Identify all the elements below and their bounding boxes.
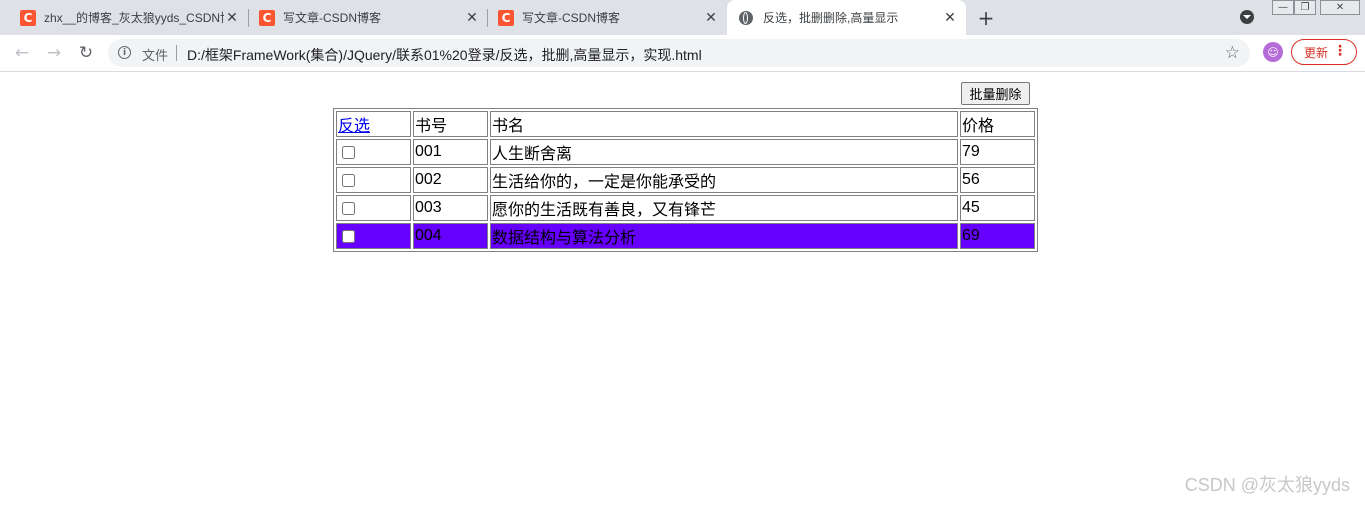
row-checkbox[interactable] bbox=[342, 145, 355, 159]
book-price-cell: 56 bbox=[960, 167, 1035, 193]
chip-divider bbox=[176, 45, 177, 61]
book-name-cell: 生活给你的，一定是你能承受的 bbox=[490, 167, 958, 193]
header-cell: 价格 bbox=[960, 111, 1035, 137]
globe-icon bbox=[739, 10, 753, 25]
browser-tab[interactable]: C 写文章-CSDN博客 ✕ bbox=[239, 0, 488, 35]
close-window-button[interactable]: ✕ bbox=[1320, 0, 1360, 15]
update-button[interactable]: 更新 ⋮ bbox=[1291, 39, 1357, 65]
forward-button[interactable]: → bbox=[42, 41, 66, 65]
table-row-highlighted[interactable]: 004 数据结构与算法分析 69 bbox=[336, 223, 1035, 249]
books-table: 反选 书号 书名 价格 001 人生断舍离 79 002 生活给你的，一定是你能… bbox=[333, 108, 1038, 252]
book-id-cell: 001 bbox=[413, 139, 488, 165]
book-price-cell: 45 bbox=[960, 195, 1035, 221]
info-icon[interactable]: i bbox=[118, 46, 131, 59]
header-cell: 书号 bbox=[413, 111, 488, 137]
tab-title: zhx__的博客_灰太狼yyds_CSDN博客 bbox=[44, 11, 224, 25]
reload-button[interactable]: ↻ bbox=[74, 41, 98, 65]
book-id-cell: 004 bbox=[413, 223, 488, 249]
back-button[interactable]: ← bbox=[10, 41, 34, 65]
book-name-cell: 愿你的生活既有善良，又有锋芒 bbox=[490, 195, 958, 221]
row-checkbox[interactable] bbox=[342, 201, 355, 215]
select-cell bbox=[336, 195, 411, 221]
invert-selection-link[interactable]: 反选 bbox=[338, 118, 370, 135]
close-icon[interactable]: ✕ bbox=[703, 10, 719, 26]
close-icon[interactable]: ✕ bbox=[942, 10, 958, 26]
profile-avatar[interactable]: ☺ bbox=[1263, 42, 1283, 62]
tab-search-icon[interactable] bbox=[1240, 10, 1254, 24]
select-cell bbox=[336, 223, 411, 249]
tab-strip: C zhx__的博客_灰太狼yyds_CSDN博客 ✕ C 写文章-CSDN博客… bbox=[0, 0, 1365, 35]
select-cell bbox=[336, 167, 411, 193]
browser-toolbar: ← → ↻ i 文件 D:/框架FrameWork(集合)/JQuery/联系0… bbox=[0, 35, 1365, 72]
book-price-cell: 79 bbox=[960, 139, 1035, 165]
header-cell: 书名 bbox=[490, 111, 958, 137]
address-bar[interactable]: i 文件 D:/框架FrameWork(集合)/JQuery/联系01%20登录… bbox=[108, 39, 1250, 67]
batch-delete-button[interactable]: 批量删除 bbox=[961, 82, 1030, 105]
book-price-cell: 69 bbox=[960, 223, 1035, 249]
tab-title: 写文章-CSDN博客 bbox=[283, 11, 381, 25]
book-name-cell: 数据结构与算法分析 bbox=[490, 223, 958, 249]
update-label: 更新 bbox=[1304, 45, 1329, 60]
url-text[interactable]: D:/框架FrameWork(集合)/JQuery/联系01%20登录/反选，批… bbox=[187, 45, 702, 65]
restore-button[interactable]: ❐ bbox=[1294, 0, 1316, 15]
menu-dots-icon: ⋮ bbox=[1333, 43, 1347, 59]
row-checkbox[interactable] bbox=[342, 229, 355, 243]
select-cell bbox=[336, 139, 411, 165]
book-name-cell: 人生断舍离 bbox=[490, 139, 958, 165]
csdn-favicon-icon: C bbox=[20, 9, 36, 26]
minimize-button[interactable]: — bbox=[1272, 0, 1294, 15]
new-tab-button[interactable]: + bbox=[976, 6, 996, 30]
header-cell: 反选 bbox=[336, 111, 411, 137]
tab-title: 反选，批删删除,高量显示 bbox=[763, 11, 899, 25]
bookmark-star-icon[interactable]: ☆ bbox=[1225, 43, 1240, 63]
file-chip-label: 文件 bbox=[142, 48, 169, 63]
browser-tab[interactable]: C 写文章-CSDN博客 ✕ bbox=[478, 0, 727, 35]
table-header-row: 反选 书号 书名 价格 bbox=[336, 111, 1035, 137]
csdn-watermark: CSDN @灰太狼yyds bbox=[1184, 475, 1350, 495]
book-id-cell: 003 bbox=[413, 195, 488, 221]
table-row[interactable]: 002 生活给你的，一定是你能承受的 56 bbox=[336, 167, 1035, 193]
csdn-favicon-icon: C bbox=[259, 9, 275, 26]
close-icon[interactable]: ✕ bbox=[224, 10, 240, 26]
csdn-favicon-icon: C bbox=[498, 9, 514, 26]
table-row[interactable]: 003 愿你的生活既有善良，又有锋芒 45 bbox=[336, 195, 1035, 221]
tab-title: 写文章-CSDN博客 bbox=[522, 11, 620, 25]
browser-tab[interactable]: C zhx__的博客_灰太狼yyds_CSDN博客 ✕ bbox=[0, 0, 248, 35]
book-id-cell: 002 bbox=[413, 167, 488, 193]
table-row[interactable]: 001 人生断舍离 79 bbox=[336, 139, 1035, 165]
browser-tab-active[interactable]: 反选，批删删除,高量显示 ✕ bbox=[727, 0, 966, 35]
row-checkbox[interactable] bbox=[342, 173, 355, 187]
